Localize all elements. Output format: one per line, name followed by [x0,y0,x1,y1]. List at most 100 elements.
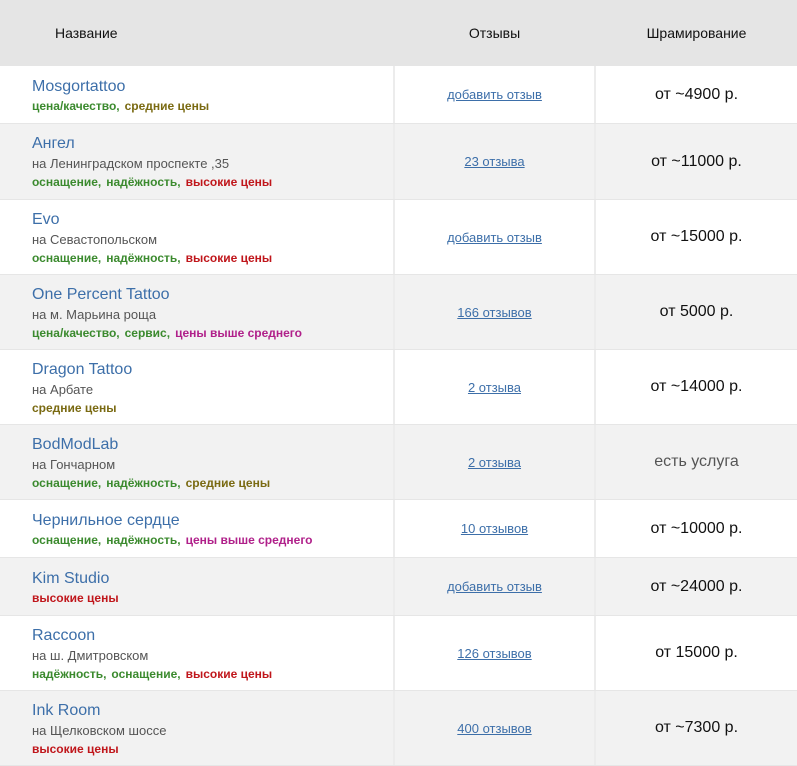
name-cell: One Percent Tattoo на м. Марьина роща цена… [0,275,393,349]
studio-tags: оснащение, надёжность, высокие цены [32,175,393,189]
name-cell: BodModLab на Гончарном оснащение, надёжност… [0,425,393,499]
price-cell: от 15000 р. [655,644,738,661]
price-cell: от 5000 р. [659,303,734,320]
tag-label: цены выше среднего [175,325,302,340]
tag-label: надёжность, [32,666,107,681]
studio-title-link[interactable]: Raccoon [32,626,393,645]
tag-label: сервис, [124,325,171,340]
table-row: BodModLab на Гончарном оснащение, надёжност… [0,425,797,500]
studio-tags: оснащение, надёжность, цены выше среднего [32,533,393,547]
studio-title-link[interactable]: Mosgortattoo [32,77,393,96]
tag-label: надёжность, [106,475,181,490]
studio-tags: высокие цены [32,742,393,756]
studio-tags: оснащение, надёжность, средние цены [32,476,393,490]
tag-label: цены выше среднего [185,532,313,547]
studio-tags: цена/качество, средние цены [32,99,393,113]
price-cell: от ~4900 р. [654,85,739,103]
studio-tags: надёжность, оснащение, высокие цены [32,667,393,681]
studio-title-link[interactable]: Dragon Tattoo [32,360,393,379]
tag-label: высокие цены [185,250,273,265]
reviews-link[interactable]: 23 отзыва [464,154,524,169]
reviews-link[interactable]: 2 отзыва [468,455,521,470]
reviews-cell: добавить отзыв [393,66,596,123]
tag-label: средние цены [32,400,117,415]
studio-title-link[interactable]: Evo [32,210,393,229]
table-row: Mosgortattoo цена/качество, средние цены до… [0,66,797,124]
tag-label: цена/качество, [32,98,120,113]
reviews-cell: 166 отзывов [393,275,596,349]
table-row: Kim Studio высокие цены добавить отзыв от ~… [0,558,797,616]
studio-address: на ш. Дмитровском [32,647,149,663]
tag-label: цена/качество, [32,325,120,340]
tag-label: высокие цены [185,175,273,189]
studios-table: Название Отзывы Шрамирование Mosgortatto… [0,0,797,766]
reviews-link[interactable]: 166 отзывов [457,305,531,320]
price-cell: от ~10000 р. [650,519,743,537]
studio-address: на Севастопольском [32,231,158,247]
studio-title-link[interactable]: Kim Studio [32,569,393,588]
studio-title-link[interactable]: Ink Room [32,701,393,720]
table-header: Название Отзывы Шрамирование [0,0,797,66]
name-cell: Dragon Tattoo на Арбате средние цены [0,350,393,424]
tag-label: оснащение, [32,532,102,547]
tag-label: средние цены [185,475,271,490]
reviews-cell: добавить отзыв [393,558,596,615]
table-row: Dragon Tattoo на Арбате средние цены 2 отзы… [0,350,797,425]
reviews-cell: 126 отзывов [393,616,596,690]
studio-tags: оснащение, надёжность, высокие цены [32,251,393,265]
reviews-link[interactable]: добавить отзыв [447,230,542,245]
price-cell: от ~14000 р. [650,378,743,395]
price-cell: от ~15000 р. [650,228,743,245]
tag-label: средние цены [124,98,210,113]
reviews-link[interactable]: 126 отзывов [457,646,531,661]
table-row: Чернильное сердце оснащение, надёжность, це… [0,500,797,558]
reviews-link[interactable]: добавить отзыв [447,87,542,102]
studio-tags: высокие цены [32,591,393,605]
studio-title-link[interactable]: Чернильное сердце [32,511,393,530]
studio-address: на Арбате [32,381,94,397]
column-header-reviews: Отзывы [468,25,521,41]
tag-label: оснащение, [111,666,181,681]
table-row: Ангел на Ленинградском проспекте ,35 оснащ… [0,124,797,200]
reviews-cell: 2 отзыва [393,425,596,499]
table-row: Raccoon на ш. Дмитровском надёжность, оснащ… [0,616,797,691]
studio-tags: цена/качество, сервис, цены выше среднего [32,326,393,340]
tag-label: оснащение, [32,250,102,265]
table-row: Ink Room на Щелковском шоссе высокие цены 4… [0,691,797,766]
name-cell: Evo на Севастопольском оснащение, надёжност… [0,200,393,274]
tag-label: высокие цены [32,590,119,605]
name-cell: Ангел на Ленинградском проспекте ,35 оснащ… [0,124,393,199]
studio-title-link[interactable]: BodModLab [32,435,393,454]
name-cell: Ink Room на Щелковском шоссе высокие цены [0,691,393,765]
name-cell: Mosgortattoo цена/качество, средние цены [0,66,393,123]
table-row: Evo на Севастопольском оснащение, надёжност… [0,200,797,275]
studio-address: на Щелковском шоссе [32,722,167,738]
name-cell: Kim Studio высокие цены [0,558,393,615]
tag-label: надёжность, [106,532,181,547]
price-cell: от ~7300 р. [654,719,739,736]
reviews-cell: 10 отзывов [393,500,596,557]
price-cell: от ~24000 р. [650,577,743,595]
reviews-link[interactable]: добавить отзыв [447,579,542,594]
studio-address: на Ленинградском проспекте ,35 [32,156,230,171]
reviews-cell: 2 отзыва [393,350,596,424]
name-cell: Чернильное сердце оснащение, надёжность, це… [0,500,393,557]
studio-address: на м. Марьина роща [32,306,157,322]
studio-tags: средние цены [32,401,393,415]
tag-label: надёжность, [106,175,181,189]
column-header-name: Название [55,25,118,41]
column-header-price: Шрамирование [646,25,747,41]
reviews-cell: 23 отзыва [393,124,596,199]
reviews-link[interactable]: 2 отзыва [468,380,521,395]
reviews-link[interactable]: 400 отзывов [457,721,531,736]
price-cell: от ~11000 р. [651,152,742,170]
price-cell: есть услуга [654,453,739,470]
studio-title-link[interactable]: Ангел [32,134,393,153]
studio-address: на Гончарном [32,456,116,472]
reviews-cell: 400 отзывов [393,691,596,765]
reviews-link[interactable]: 10 отзывов [461,521,528,536]
studio-title-link[interactable]: One Percent Tattoo [32,285,393,304]
name-cell: Raccoon на ш. Дмитровском надёжность, оснащ… [0,616,393,690]
tag-label: высокие цены [185,666,273,681]
tag-label: оснащение, [32,475,102,490]
